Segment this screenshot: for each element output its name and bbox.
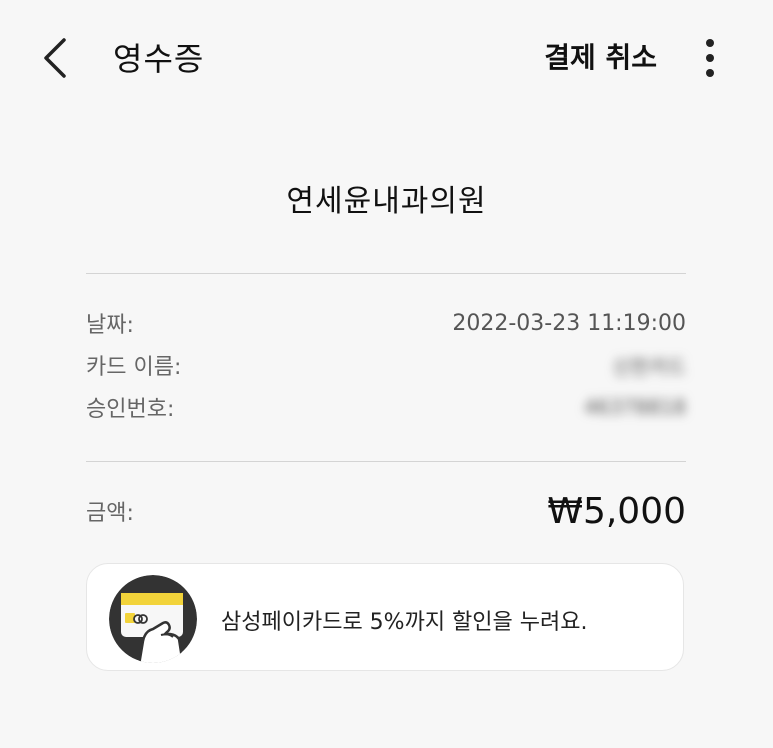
cancel-payment-button[interactable]: 결제 취소 [544, 36, 657, 76]
detail-row-card-name: 카드 이름: 신한카드 [86, 348, 686, 382]
detail-label: 승인번호: [86, 397, 175, 422]
promo-banner[interactable]: 삼성페이카드로 5%까지 할인을 누려요. [86, 563, 684, 671]
detail-value-blurred: 신한카드 [612, 354, 686, 379]
card-in-hand-icon [109, 575, 197, 663]
merchant-name: 연세윤내과의원 [286, 184, 487, 219]
back-button[interactable] [30, 30, 80, 86]
detail-row-date: 날짜: 2022-03-23 11:19:00 [86, 306, 686, 340]
promo-text: 삼성페이카드로 5%까지 할인을 누려요. [221, 610, 588, 635]
amount-label: 금액: [86, 501, 134, 526]
divider [86, 461, 686, 462]
page-title: 영수증 [113, 40, 205, 78]
divider [86, 273, 686, 274]
more-vertical-icon [706, 39, 714, 77]
app-bar: 영수증 결제 취소 [0, 0, 773, 116]
detail-value-blurred: 46378818 [584, 395, 686, 419]
detail-label: 카드 이름: [86, 355, 182, 380]
amount-row: 금액: ₩5,000 [86, 486, 686, 536]
more-options-button[interactable] [690, 32, 730, 84]
detail-row-approval-number: 승인번호: 46378818 [86, 390, 686, 424]
detail-label: 날짜: [86, 313, 134, 338]
chevron-left-icon [44, 38, 66, 78]
amount-value: ₩5,000 [547, 490, 686, 532]
detail-value: 2022-03-23 11:19:00 [452, 310, 686, 336]
